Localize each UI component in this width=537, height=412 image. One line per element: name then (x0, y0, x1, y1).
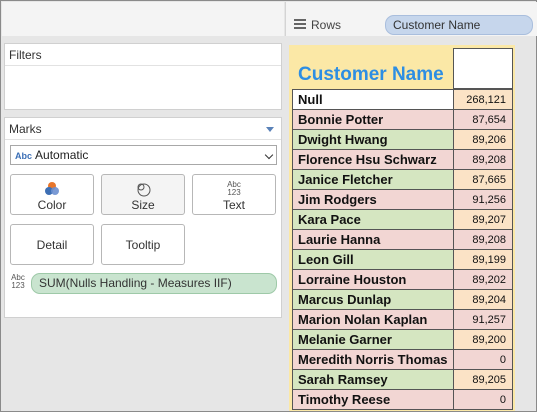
measure-pill[interactable]: SUM(Nulls Handling - Measures IIF) (31, 273, 277, 294)
filters-card[interactable]: Filters (4, 43, 282, 110)
filters-card-title: Filters (9, 48, 42, 62)
tooltip-button[interactable]: Tooltip (101, 224, 185, 265)
table-row[interactable]: Melanie Garner 89,200 (292, 329, 514, 350)
size-icon (102, 181, 184, 197)
table-row[interactable]: Timothy Reese 0 (292, 389, 514, 410)
mark-type-dropdown[interactable]: Abc Automatic (10, 145, 277, 165)
color-button-label: Color (37, 198, 67, 212)
marks-field-row: Abc 123 SUM(Nulls Handling - Measures II… (10, 273, 278, 295)
measure-value-cell[interactable]: 89,206 (452, 129, 514, 150)
rows-shelf[interactable]: Rows Customer Name (285, 2, 537, 36)
customer-name-cell[interactable]: Marcus Dunlap (292, 289, 454, 310)
measure-value-cell[interactable]: 87,665 (452, 169, 514, 190)
size-button[interactable]: Size (101, 174, 185, 215)
viz-table: Customer Name Null 268,121 Bonnie Potter 87… (289, 45, 515, 411)
table-row[interactable]: Sarah Ramsey 89,205 (292, 369, 514, 390)
customer-name-cell[interactable]: Marion Nolan Kaplan (292, 309, 454, 330)
text-encoding-icon: Abc 123 (10, 274, 26, 290)
customer-name-cell[interactable]: Meredith Norris Thomas (292, 349, 454, 370)
value-column-header (453, 48, 513, 89)
text-icon: Abc 123 (193, 181, 275, 197)
measure-value-cell[interactable]: 91,257 (452, 309, 514, 330)
measure-value-cell[interactable]: 89,204 (452, 289, 514, 310)
table-row[interactable]: Janice Fletcher 87,665 (292, 169, 514, 190)
rows-pill-customer-name[interactable]: Customer Name (385, 15, 533, 35)
detail-button[interactable]: Detail (10, 224, 94, 265)
table-row[interactable]: Null 268,121 (292, 89, 514, 110)
tableau-worksheet: Rows Customer Name Filters Marks Abc Auto… (0, 0, 537, 412)
measure-value-cell[interactable]: 87,654 (452, 109, 514, 130)
table-row[interactable]: Dwight Hwang 89,206 (292, 129, 514, 150)
rows-shelf-label: Rows (311, 18, 342, 32)
abc-icon: Abc (15, 151, 33, 161)
rows-shelf-icon (294, 19, 306, 29)
customer-name-cell[interactable]: Kara Pace (292, 209, 454, 230)
detail-button-label: Detail (36, 238, 68, 252)
customer-name-cell[interactable]: Janice Fletcher (292, 169, 454, 190)
marks-card: Marks Abc Automatic Color Size Abc 123 T… (4, 117, 282, 318)
measure-value-cell[interactable]: 89,202 (452, 269, 514, 290)
data-table: Null 268,121 Bonnie Potter 87,654 Dwight Hwa… (292, 89, 514, 410)
customer-name-cell[interactable]: Timothy Reese (292, 389, 454, 410)
customer-name-cell[interactable]: Null (292, 89, 454, 110)
table-row[interactable]: Meredith Norris Thomas 0 (292, 349, 514, 370)
size-button-label: Size (131, 198, 155, 212)
customer-name-cell[interactable]: Melanie Garner (292, 329, 454, 350)
measure-value-cell[interactable]: 89,207 (452, 209, 514, 230)
customer-name-cell[interactable]: Leon Gill (292, 249, 454, 270)
customer-name-cell[interactable]: Dwight Hwang (292, 129, 454, 150)
table-row[interactable]: Leon Gill 89,199 (292, 249, 514, 270)
color-icon (11, 181, 93, 197)
chevron-down-icon (264, 150, 274, 160)
column-header-customer-name[interactable]: Customer Name (292, 48, 453, 89)
customer-name-cell[interactable]: Sarah Ramsey (292, 369, 454, 390)
filters-divider (5, 65, 281, 66)
measure-value-cell[interactable]: 89,208 (452, 229, 514, 250)
measure-value-cell[interactable]: 268,121 (452, 89, 514, 110)
customer-name-cell[interactable]: Lorraine Houston (292, 269, 454, 290)
customer-name-cell[interactable]: Florence Hsu Schwarz (292, 149, 454, 170)
table-row[interactable]: Marion Nolan Kaplan 91,257 (292, 309, 514, 330)
tooltip-button-label: Tooltip (125, 238, 161, 252)
table-row[interactable]: Florence Hsu Schwarz 89,208 (292, 149, 514, 170)
measure-value-cell[interactable]: 0 (452, 349, 514, 370)
marks-card-title: Marks (9, 122, 42, 136)
measure-value-cell[interactable]: 89,208 (452, 149, 514, 170)
top-left-strip (2, 2, 284, 36)
text-button-label: Text (222, 198, 245, 212)
table-row[interactable]: Laurie Hanna 89,208 (292, 229, 514, 250)
customer-name-cell[interactable]: Laurie Hanna (292, 229, 454, 250)
table-row[interactable]: Lorraine Houston 89,202 (292, 269, 514, 290)
table-row[interactable]: Jim Rodgers 91,256 (292, 189, 514, 210)
customer-name-cell[interactable]: Jim Rodgers (292, 189, 454, 210)
customer-name-cell[interactable]: Bonnie Potter (292, 109, 454, 130)
marks-divider (5, 139, 281, 140)
text-icon-123: 123 (227, 188, 241, 197)
text-button[interactable]: Abc 123 Text (192, 174, 276, 215)
measure-value-cell[interactable]: 89,200 (452, 329, 514, 350)
measure-value-cell[interactable]: 0 (452, 389, 514, 410)
measure-value-cell[interactable]: 91,256 (452, 189, 514, 210)
table-row[interactable]: Marcus Dunlap 89,204 (292, 289, 514, 310)
color-button[interactable]: Color (10, 174, 94, 215)
text-encoding-123: 123 (11, 281, 25, 290)
mark-type-value: Automatic (35, 148, 89, 162)
table-row[interactable]: Kara Pace 89,207 (292, 209, 514, 230)
table-row[interactable]: Bonnie Potter 87,654 (292, 109, 514, 130)
measure-value-cell[interactable]: 89,199 (452, 249, 514, 270)
marks-menu-caret-icon[interactable] (266, 127, 274, 132)
column-header-label: Customer Name (298, 64, 444, 85)
measure-value-cell[interactable]: 89,205 (452, 369, 514, 390)
